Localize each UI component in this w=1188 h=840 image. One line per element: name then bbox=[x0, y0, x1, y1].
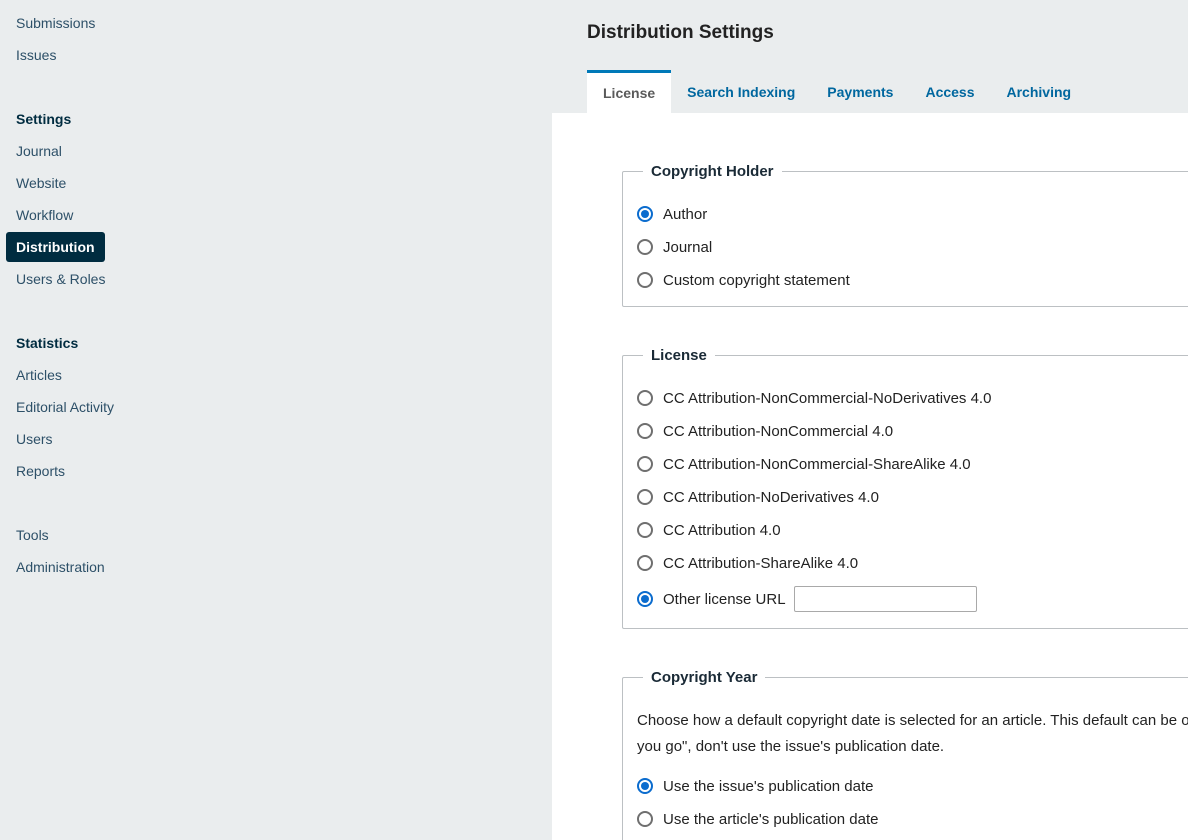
radio-option-cc-by-nc-sa[interactable]: CC Attribution-NonCommercial-ShareAlike … bbox=[637, 454, 1188, 474]
radio-option-cc-by[interactable]: CC Attribution 4.0 bbox=[637, 520, 1188, 540]
radio-option-other-license-url[interactable]: Other license URL bbox=[637, 586, 1188, 612]
radio-option-custom-copyright[interactable]: Custom copyright statement bbox=[637, 270, 1188, 290]
sidebar-item-issues[interactable]: Issues bbox=[16, 39, 260, 71]
distribution-settings-page: { "colors": { "page_background": "#eaede… bbox=[0, 0, 1188, 840]
radio-button[interactable] bbox=[637, 206, 653, 222]
description-line: Choose how a default copyright date is s… bbox=[637, 712, 1188, 729]
sidebar-item-editorial-activity[interactable]: Editorial Activity bbox=[16, 391, 260, 423]
copyright-year-legend: Copyright Year bbox=[651, 669, 758, 686]
settings-tabbar: License Search Indexing Payments Access … bbox=[587, 70, 1188, 113]
copyright-holder-fieldset: Copyright Holder Author Journal Custom c… bbox=[622, 163, 1188, 307]
radio-option-cc-by-sa[interactable]: CC Attribution-ShareAlike 4.0 bbox=[637, 553, 1188, 573]
sidebar-header-settings: Settings bbox=[16, 111, 72, 127]
description-line: you go", don't use the issue's publicati… bbox=[637, 738, 945, 755]
radio-option-cc-by-nc[interactable]: CC Attribution-NonCommercial 4.0 bbox=[637, 421, 1188, 441]
radio-button[interactable] bbox=[637, 522, 653, 538]
sidebar-item-users-roles[interactable]: Users & Roles bbox=[16, 263, 260, 295]
tab-license[interactable]: License bbox=[587, 70, 672, 113]
radio-button[interactable] bbox=[637, 390, 653, 406]
copyright-year-fieldset: Copyright Year Choose how a default copy… bbox=[622, 669, 1188, 840]
radio-button[interactable] bbox=[637, 456, 653, 472]
radio-button[interactable] bbox=[637, 423, 653, 439]
page-title: Distribution Settings bbox=[587, 22, 774, 43]
sidebar-item-journal[interactable]: Journal bbox=[16, 135, 260, 167]
copyright-year-description: Choose how a default copyright date is s… bbox=[637, 708, 1188, 760]
copyright-holder-legend: Copyright Holder bbox=[651, 163, 774, 180]
main-content: Distribution Settings License Search Ind… bbox=[552, 0, 1188, 840]
sidebar-item-users[interactable]: Users bbox=[16, 423, 260, 455]
sidebar-item-workflow[interactable]: Workflow bbox=[16, 199, 260, 231]
radio-option-cc-by-nd[interactable]: CC Attribution-NoDerivatives 4.0 bbox=[637, 487, 1188, 507]
license-fieldset: License CC Attribution-NonCommercial-NoD… bbox=[622, 347, 1188, 629]
tab-search-indexing[interactable]: Search Indexing bbox=[671, 70, 811, 113]
other-license-url-input[interactable] bbox=[793, 586, 977, 612]
radio-option-cc-by-nc-nd[interactable]: CC Attribution-NonCommercial-NoDerivativ… bbox=[637, 388, 1188, 408]
radio-button[interactable] bbox=[637, 489, 653, 505]
radio-button[interactable] bbox=[637, 239, 653, 255]
radio-option-issue-publication-date[interactable]: Use the issue's publication date bbox=[637, 776, 1188, 796]
radio-button[interactable] bbox=[637, 272, 653, 288]
radio-option-author[interactable]: Author bbox=[637, 204, 1188, 224]
license-legend: License bbox=[651, 347, 707, 364]
radio-option-article-publication-date[interactable]: Use the article's publication date bbox=[637, 809, 1188, 829]
radio-button[interactable] bbox=[637, 555, 653, 571]
sidebar-item-website[interactable]: Website bbox=[16, 167, 260, 199]
radio-button[interactable] bbox=[637, 591, 653, 607]
sidebar-header-statistics: Statistics bbox=[16, 335, 79, 351]
sidebar-item-reports[interactable]: Reports bbox=[16, 455, 260, 487]
radio-button[interactable] bbox=[637, 778, 653, 794]
sidebar-item-administration[interactable]: Administration bbox=[16, 551, 260, 583]
radio-option-journal[interactable]: Journal bbox=[637, 237, 1188, 257]
radio-button[interactable] bbox=[637, 811, 653, 827]
sidebar: Submissions Issues Settings Journal Webs… bbox=[0, 0, 260, 840]
tab-archiving[interactable]: Archiving bbox=[991, 70, 1088, 113]
sidebar-item-submissions[interactable]: Submissions bbox=[16, 7, 260, 39]
sidebar-item-distribution[interactable]: Distribution bbox=[6, 231, 260, 263]
tab-access[interactable]: Access bbox=[909, 70, 990, 113]
sidebar-item-tools[interactable]: Tools bbox=[16, 519, 260, 551]
tab-payments[interactable]: Payments bbox=[811, 70, 909, 113]
sidebar-item-articles[interactable]: Articles bbox=[16, 359, 260, 391]
license-tab-panel: Copyright Holder Author Journal Custom c… bbox=[552, 113, 1188, 840]
